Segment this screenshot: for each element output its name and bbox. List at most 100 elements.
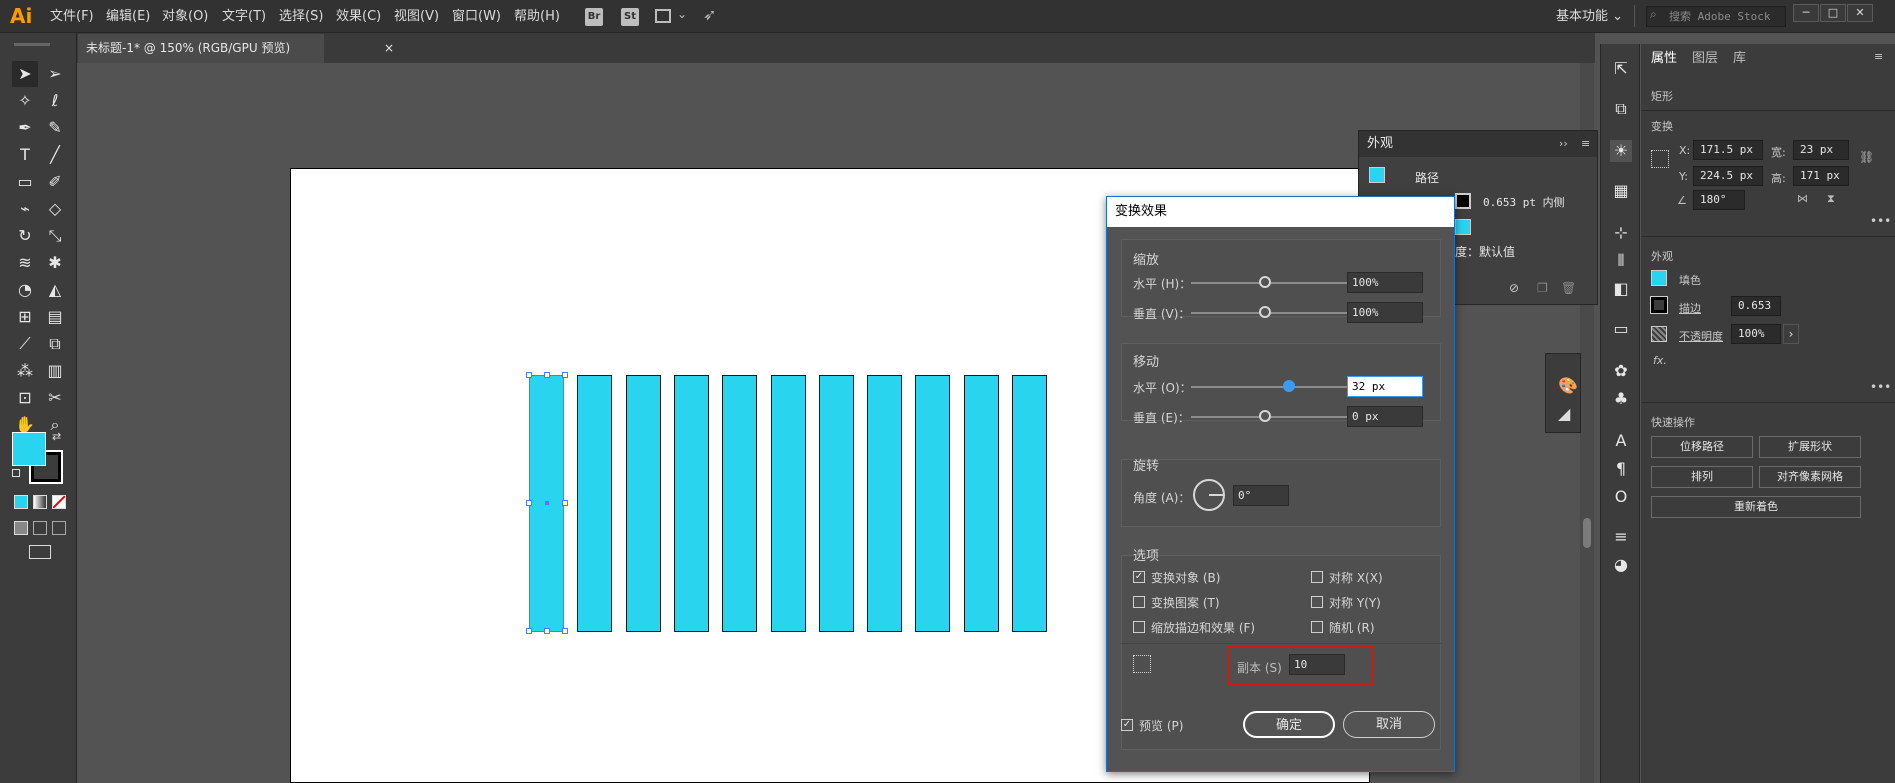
transform-objects-checkbox[interactable]: ✓ — [1133, 571, 1145, 583]
stock-search-input[interactable]: 搜索 Adobe Stock — [1646, 6, 1786, 27]
cancel-button[interactable]: 取消 — [1343, 711, 1435, 738]
symbol-sprayer-tool-icon[interactable]: ⁂ — [12, 358, 38, 384]
selection-handle[interactable] — [562, 372, 568, 378]
rectangle-tool-icon[interactable]: ▭ — [12, 169, 38, 195]
paragraph-icon[interactable]: ¶ — [1610, 458, 1632, 480]
rectangle-copy[interactable] — [1012, 375, 1047, 632]
panel-menu-icon[interactable]: ≡ — [1874, 50, 1883, 63]
draw-inside-icon[interactable] — [52, 521, 66, 535]
y-field[interactable]: 224.5 px — [1693, 166, 1763, 186]
height-field[interactable]: 171 px — [1793, 166, 1849, 186]
reflect-x-checkbox[interactable] — [1311, 571, 1323, 583]
move-h-slider-knob[interactable] — [1283, 380, 1295, 392]
blend-tool-icon[interactable]: ⧉ — [42, 331, 68, 357]
more-options-icon[interactable]: ••• — [1870, 214, 1891, 228]
constrain-proportions-icon[interactable]: ⛓ — [1859, 150, 1874, 164]
angle-field[interactable]: 0° — [1233, 485, 1289, 506]
reference-point-icon[interactable] — [1651, 150, 1669, 168]
rectangle-copy[interactable] — [963, 375, 999, 632]
selection-handle[interactable] — [526, 500, 532, 506]
selection-handle[interactable] — [544, 372, 550, 378]
stroke-label[interactable]: 描边 — [1679, 300, 1701, 316]
scale-v-field[interactable]: 100% — [1347, 302, 1423, 323]
rectangle-copy[interactable] — [722, 375, 758, 632]
layers-icon[interactable]: ≡ — [1610, 526, 1632, 548]
swap-colors-icon[interactable]: ⇄ — [52, 430, 61, 443]
scale-v-slider-knob[interactable] — [1259, 306, 1271, 318]
menu-help[interactable]: 帮助(H) — [514, 0, 560, 33]
color-mode-icon[interactable] — [14, 495, 28, 509]
mesh-tool-icon[interactable]: ⊞ — [12, 304, 38, 330]
opentype-icon[interactable]: O — [1610, 486, 1632, 508]
character-icon[interactable]: A — [1610, 430, 1632, 452]
rectangle-copy[interactable] — [770, 375, 806, 632]
menu-object[interactable]: 对象(O) — [162, 0, 208, 33]
color-guide-icon[interactable]: 🎨 — [1558, 376, 1578, 395]
recolor-button[interactable]: 重新着色 — [1651, 496, 1861, 518]
scale-strokes-checkbox[interactable] — [1133, 621, 1145, 633]
paintbrush-tool-icon[interactable]: ✐ — [42, 169, 68, 195]
rectangle-copy[interactable] — [818, 375, 854, 632]
gradient-dock-icon[interactable]: ▭ — [1610, 318, 1632, 340]
menu-type[interactable]: 文字(T) — [222, 0, 266, 33]
rectangle-copy[interactable] — [673, 375, 709, 632]
panel-grip[interactable] — [14, 43, 50, 46]
menu-edit[interactable]: 编辑(E) — [106, 0, 150, 33]
appearance-dock-icon[interactable]: ☀ — [1610, 140, 1632, 162]
slice-tool-icon[interactable]: ✂ — [42, 385, 68, 411]
gradient-panel-icon[interactable]: ◢ — [1558, 404, 1570, 423]
direct-selection-tool-icon[interactable]: ➢ — [42, 61, 68, 87]
menu-file[interactable]: 文件(F) — [50, 0, 94, 33]
warp-tool-icon[interactable]: ≋ — [12, 250, 38, 276]
shaper-tool-icon[interactable]: ⌁ — [12, 196, 38, 222]
move-h-slider[interactable] — [1191, 386, 1347, 388]
move-h-field[interactable]: 32 px — [1347, 376, 1423, 397]
tab-libraries[interactable]: 库 — [1733, 44, 1746, 74]
width-field[interactable]: 23 px — [1793, 140, 1849, 160]
rectangle-copy[interactable] — [625, 375, 661, 632]
graphic-styles-icon[interactable]: ▦ — [1610, 180, 1632, 202]
bridge-icon[interactable]: Br — [585, 8, 603, 26]
selection-handle[interactable] — [562, 500, 568, 506]
rectangle-copy[interactable] — [915, 375, 951, 632]
fill-swatch-icon[interactable] — [1455, 219, 1471, 235]
flip-vertical-icon[interactable]: ⧗ — [1827, 192, 1835, 206]
collapse-panel-icon[interactable]: ›› — [1559, 137, 1568, 150]
default-colors-icon[interactable] — [12, 469, 20, 477]
fill-swatch-icon[interactable] — [1651, 270, 1667, 286]
stock-icon[interactable]: St — [621, 8, 639, 26]
menu-effect[interactable]: 效果(C) — [336, 0, 381, 33]
arrange-button[interactable]: 排列 — [1651, 466, 1753, 488]
scale-tool-icon[interactable]: ⤡ — [42, 223, 68, 249]
panel-menu-icon[interactable]: ≡ — [1581, 137, 1590, 150]
curvature-tool-icon[interactable]: ✎ — [42, 115, 68, 141]
align-icon[interactable]: ⫴ — [1610, 250, 1632, 272]
draw-normal-icon[interactable] — [14, 521, 28, 535]
flip-horizontal-icon[interactable]: ⋈ — [1797, 192, 1808, 205]
none-mode-icon[interactable] — [52, 495, 66, 509]
rotate-tool-icon[interactable]: ↻ — [12, 223, 38, 249]
lasso-tool-icon[interactable]: ℓ — [42, 88, 68, 114]
scale-h-slider-knob[interactable] — [1259, 276, 1271, 288]
color-icon[interactable]: ◕ — [1610, 554, 1632, 576]
workspace-switcher[interactable]: 基本功能 ⌄ — [1556, 0, 1623, 33]
scale-h-field[interactable]: 100% — [1347, 272, 1423, 293]
menu-view[interactable]: 视图(V) — [394, 0, 439, 33]
gpu-rocket-icon[interactable]: ➶ — [703, 5, 716, 24]
expand-shape-button[interactable]: 扩展形状 — [1759, 436, 1861, 458]
tab-layers[interactable]: 图层 — [1692, 44, 1718, 74]
shape-builder-tool-icon[interactable]: ◔ — [12, 277, 38, 303]
stroke-weight-field[interactable]: 0.653 — [1731, 296, 1781, 316]
export-icon[interactable]: ⇱ — [1610, 58, 1632, 80]
more-options-icon[interactable]: ••• — [1870, 380, 1891, 394]
opacity-field[interactable]: 100% — [1731, 324, 1781, 344]
offset-path-button[interactable]: 位移路径 — [1651, 436, 1753, 458]
stroke-swatch-icon[interactable] — [1650, 296, 1668, 314]
appearance-opacity-row[interactable]: 度：默认值 — [1455, 243, 1515, 260]
rotate-angle-field[interactable]: 180° — [1693, 190, 1745, 210]
align-pixel-grid-button[interactable]: 对齐像素网格 — [1759, 466, 1861, 488]
move-v-slider-knob[interactable] — [1259, 410, 1271, 422]
pathfinder-dock-icon[interactable]: ◧ — [1610, 278, 1632, 300]
fx-button[interactable]: fx. — [1653, 354, 1667, 367]
transform-patterns-checkbox[interactable] — [1133, 596, 1145, 608]
